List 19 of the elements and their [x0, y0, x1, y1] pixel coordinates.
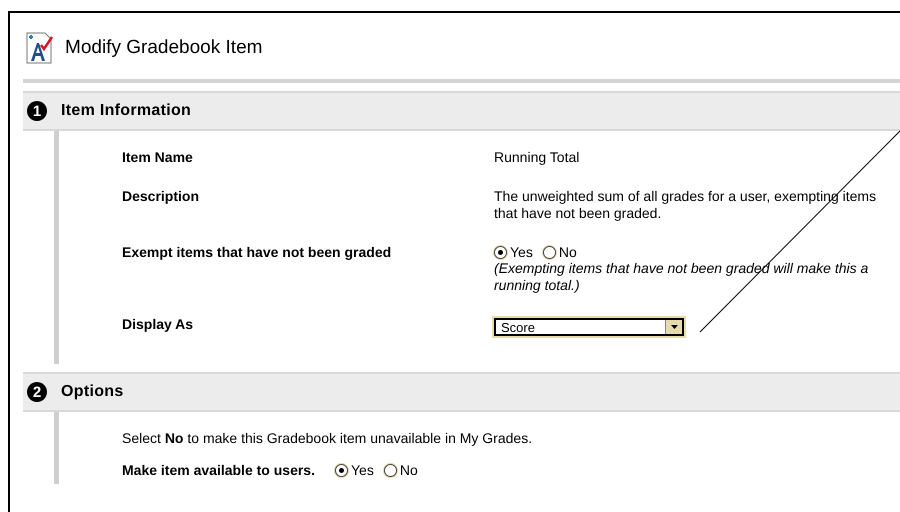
field-label: Exempt items that have not been graded [122, 244, 392, 262]
step-number: 1 [27, 101, 47, 121]
instruction-text: Select No to make this Gradebook item unavailable in My Grades. [122, 430, 534, 446]
section-title: Options [61, 383, 124, 401]
field-value: Running Total [494, 149, 580, 166]
radio-option[interactable]: No [542, 244, 577, 260]
field-label: Item Name [122, 149, 194, 166]
radio-option[interactable]: No [384, 462, 418, 478]
dropdown[interactable]: Score [494, 318, 684, 336]
caret-icon [670, 325, 678, 329]
radio-option[interactable]: Yes [334, 462, 374, 478]
gradebook-icon [25, 31, 55, 65]
page-title: Modify Gradebook Item [65, 37, 262, 59]
field-label: Description [122, 188, 200, 206]
field-label: Make item available to users. [122, 462, 315, 478]
field-label: Display As [122, 316, 194, 334]
radio-option[interactable]: Yes [494, 244, 533, 260]
section-title: Item Information [61, 102, 192, 120]
step-number: 2 [27, 382, 47, 402]
